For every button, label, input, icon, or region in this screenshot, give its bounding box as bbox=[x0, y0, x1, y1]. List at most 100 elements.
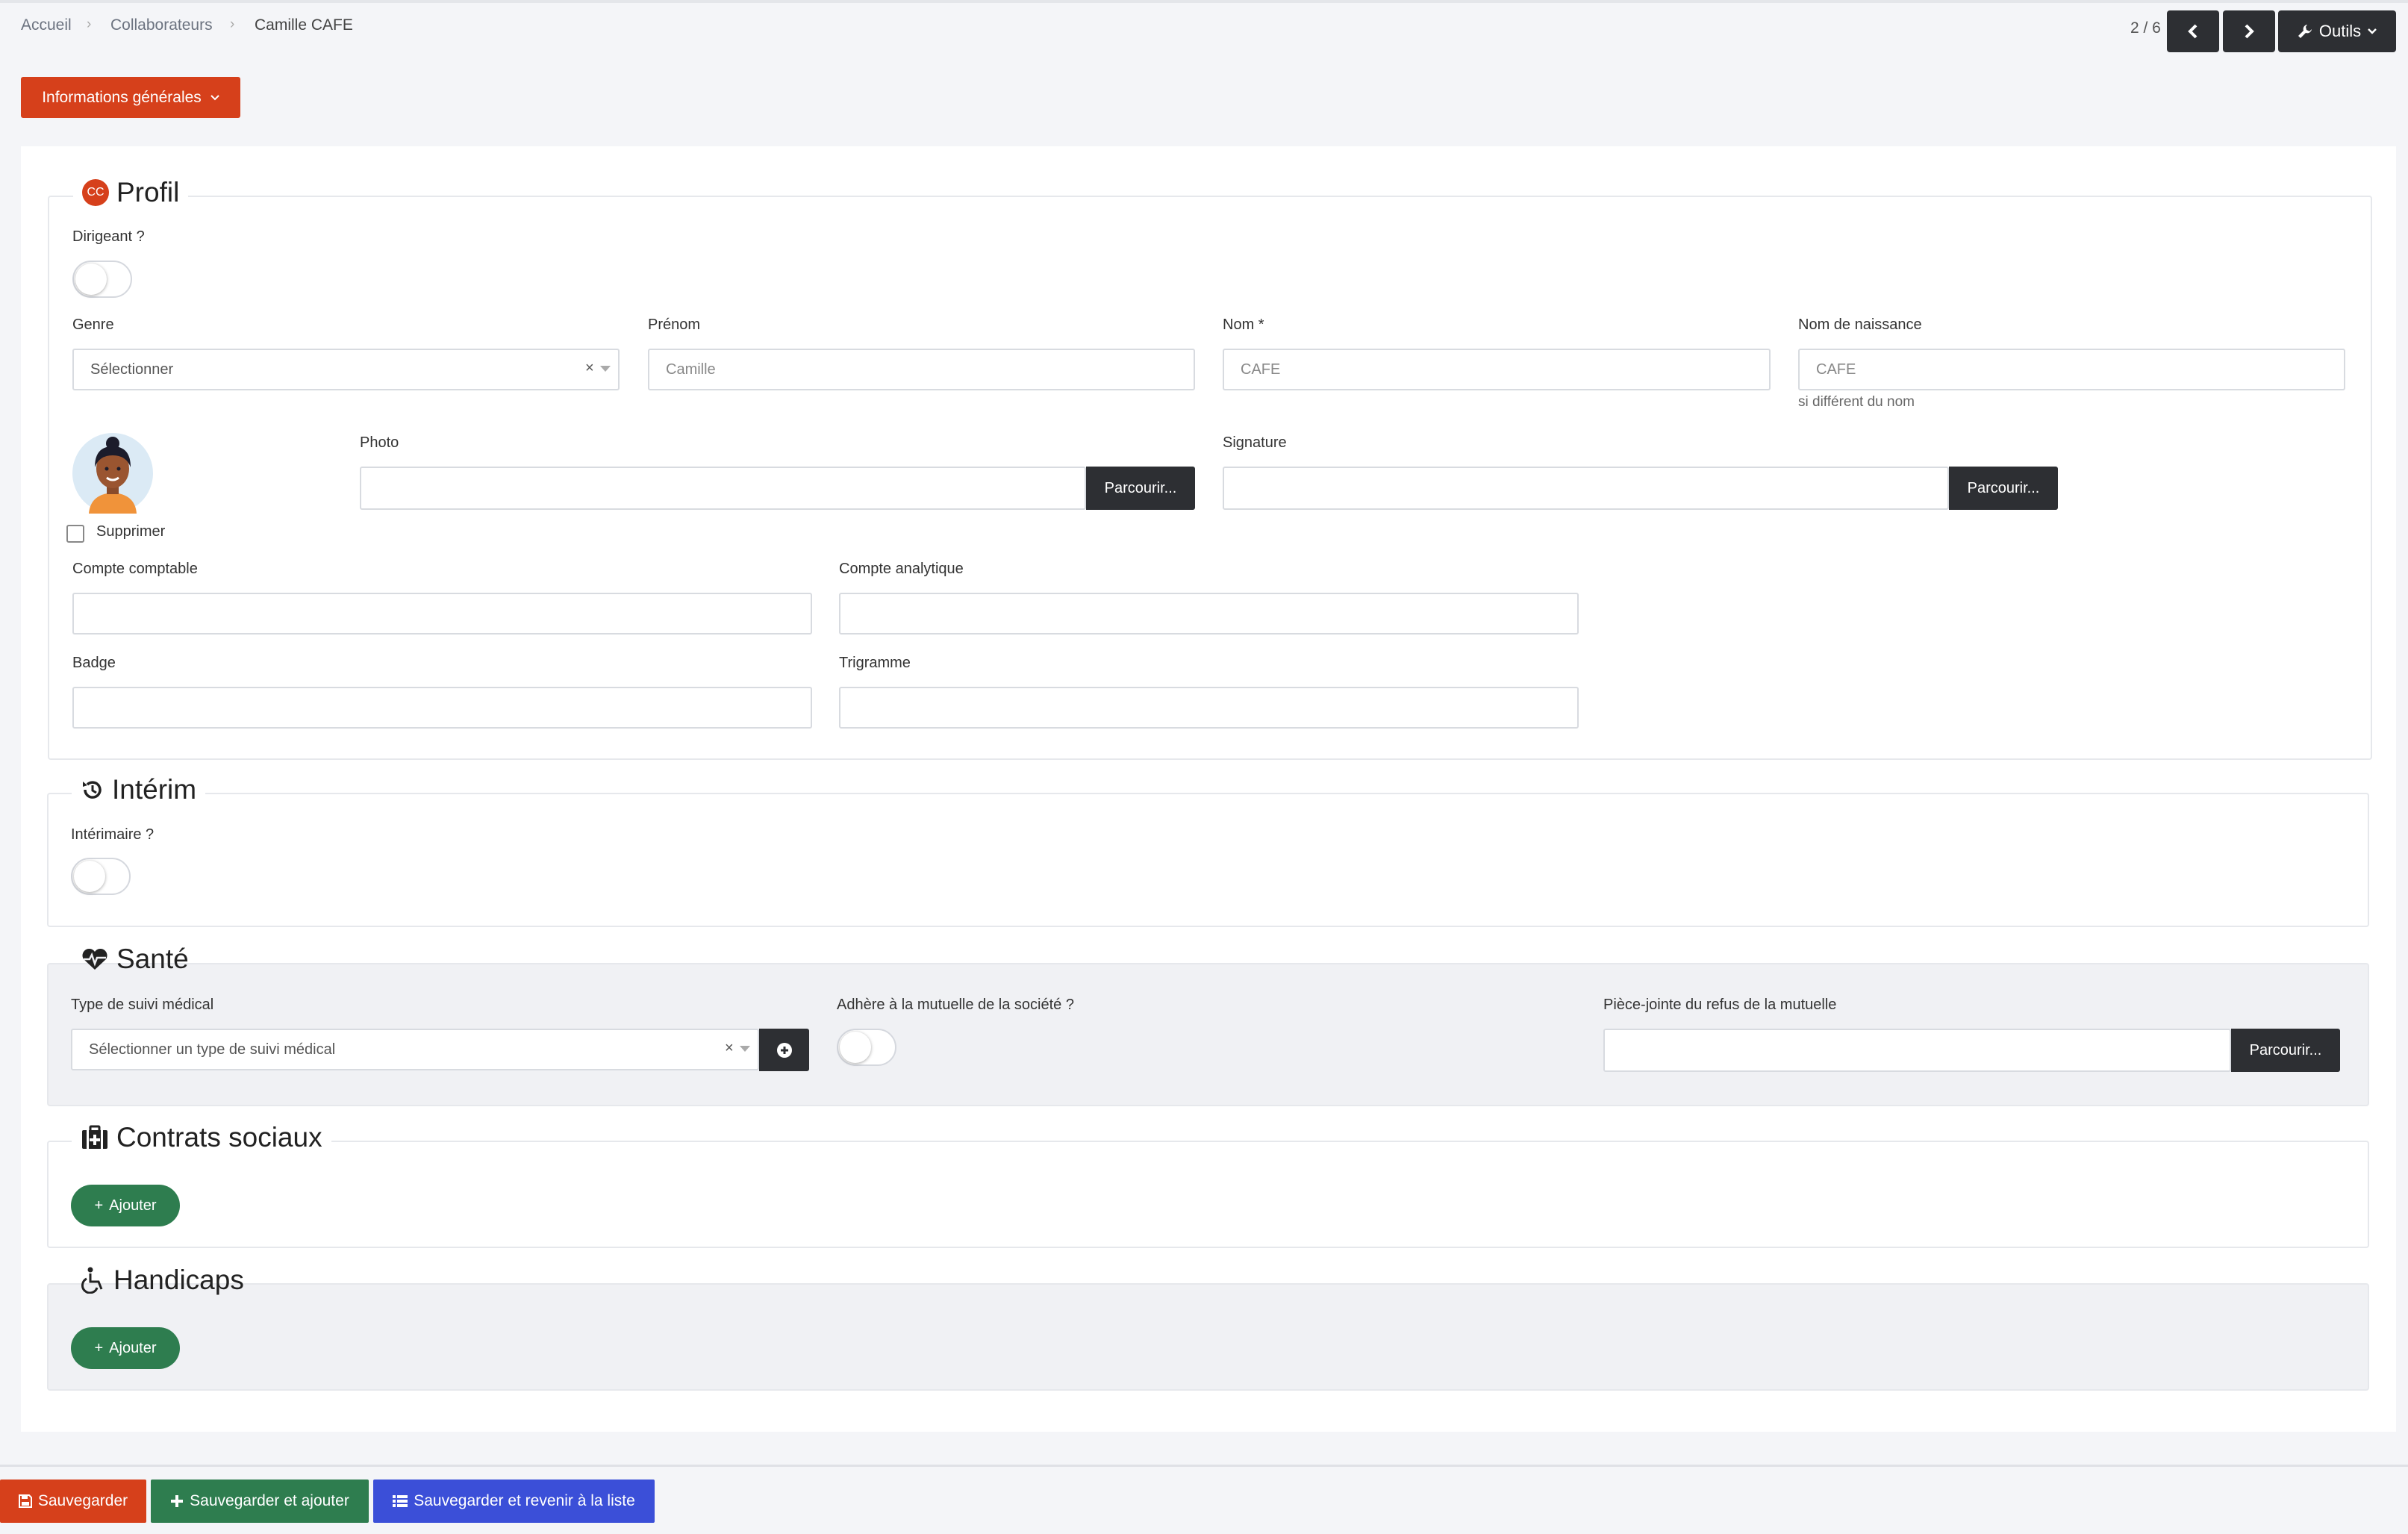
add-handicap-label: Ajouter bbox=[109, 1339, 157, 1356]
interim-section bbox=[47, 793, 2369, 927]
chevron-down-icon bbox=[210, 94, 219, 100]
plus-circle-icon bbox=[776, 1042, 792, 1058]
profil-title: Profil bbox=[116, 177, 180, 208]
previous-button[interactable] bbox=[2167, 10, 2219, 52]
refus-mutuelle-file-input[interactable] bbox=[1603, 1029, 2231, 1072]
tools-label: Outils bbox=[2318, 22, 2362, 40]
breadcrumb-home[interactable]: Accueil bbox=[21, 16, 72, 34]
next-button[interactable] bbox=[2223, 10, 2275, 52]
clear-icon[interactable]: × bbox=[585, 360, 594, 377]
compte-analytique-label: Compte analytique bbox=[839, 561, 964, 577]
handicaps-legend: Handicaps bbox=[72, 1265, 253, 1296]
refus-mutuelle-browse-button[interactable]: Parcourir... bbox=[2231, 1029, 2340, 1072]
top-border bbox=[0, 0, 2408, 3]
supprimer-label: Supprimer bbox=[96, 523, 166, 540]
breadcrumb-current: Camille CAFE bbox=[255, 16, 353, 34]
mutuelle-toggle[interactable] bbox=[837, 1029, 896, 1066]
plus-icon bbox=[171, 1495, 184, 1507]
list-icon bbox=[393, 1495, 408, 1507]
wheelchair-icon bbox=[81, 1267, 103, 1294]
genre-value: Sélectionner bbox=[90, 361, 174, 378]
interimaire-label: Intérimaire ? bbox=[71, 826, 155, 843]
floppy-disk-icon bbox=[18, 1494, 32, 1508]
badge-input[interactable] bbox=[72, 687, 812, 729]
nom-label: Nom * bbox=[1223, 317, 1264, 333]
breadcrumb-separator-icon: › bbox=[87, 16, 92, 32]
add-suivi-medical-button[interactable] bbox=[759, 1029, 809, 1071]
save-and-return-label: Sauvegarder et revenir à la liste bbox=[414, 1492, 635, 1509]
prenom-label: Prénom bbox=[648, 317, 701, 333]
tools-button[interactable]: Outils bbox=[2278, 10, 2396, 52]
dirigeant-toggle[interactable] bbox=[72, 261, 132, 298]
nom-naissance-input[interactable]: CAFE bbox=[1798, 349, 2345, 390]
chevron-down-icon bbox=[600, 366, 611, 372]
interimaire-toggle[interactable] bbox=[71, 858, 131, 895]
mutuelle-label: Adhère à la mutuelle de la société ? bbox=[837, 997, 1074, 1013]
footer-divider bbox=[0, 1465, 2408, 1467]
compte-comptable-label: Compte comptable bbox=[72, 561, 198, 577]
chevron-right-icon bbox=[2245, 24, 2254, 39]
interim-title: Intérim bbox=[112, 774, 197, 805]
chevron-down-icon bbox=[740, 1046, 750, 1052]
medkit-icon bbox=[82, 1125, 107, 1149]
plus-icon: + bbox=[94, 1197, 104, 1214]
trigramme-label: Trigramme bbox=[839, 655, 911, 671]
contrats-legend: Contrats sociaux bbox=[72, 1122, 331, 1153]
suivi-medical-placeholder: Sélectionner un type de suivi médical bbox=[89, 1041, 336, 1058]
compte-comptable-input[interactable] bbox=[72, 593, 812, 635]
interim-legend: Intérim bbox=[72, 774, 206, 805]
heartbeat-icon bbox=[82, 948, 107, 970]
dirigeant-label: Dirigeant ? bbox=[72, 228, 145, 245]
nom-value: CAFE bbox=[1241, 361, 1281, 378]
suivi-medical-label: Type de suivi médical bbox=[71, 997, 214, 1013]
nom-naissance-label: Nom de naissance bbox=[1798, 317, 1922, 333]
add-contrat-button[interactable]: + Ajouter bbox=[71, 1185, 180, 1226]
genre-label: Genre bbox=[72, 317, 114, 333]
nom-input[interactable]: CAFE bbox=[1223, 349, 1771, 390]
prenom-input[interactable]: Camille bbox=[648, 349, 1195, 390]
breadcrumb-separator-icon: › bbox=[230, 16, 235, 32]
handicaps-section bbox=[47, 1283, 2369, 1391]
nom-naissance-help: si différent du nom bbox=[1798, 394, 1915, 410]
save-and-add-label: Sauvegarder et ajouter bbox=[190, 1492, 349, 1509]
contrats-title: Contrats sociaux bbox=[116, 1122, 322, 1153]
save-and-add-button[interactable]: Sauvegarder et ajouter bbox=[151, 1480, 369, 1523]
add-contrat-label: Ajouter bbox=[109, 1197, 157, 1214]
save-label: Sauvegarder bbox=[37, 1492, 128, 1509]
profil-legend: CC Profil bbox=[73, 177, 189, 208]
sante-legend: Santé bbox=[72, 944, 198, 975]
handicaps-title: Handicaps bbox=[113, 1265, 244, 1295]
contrats-section bbox=[47, 1141, 2369, 1248]
save-button[interactable]: Sauvegarder bbox=[0, 1480, 146, 1523]
chevron-down-icon bbox=[2368, 28, 2377, 34]
breadcrumb-collaborateurs[interactable]: Collaborateurs bbox=[110, 16, 213, 34]
plus-icon: + bbox=[94, 1339, 104, 1356]
general-info-dropdown[interactable]: Informations générales bbox=[21, 77, 240, 118]
clear-icon[interactable]: × bbox=[725, 1040, 734, 1057]
history-icon bbox=[83, 781, 102, 799]
supprimer-checkbox[interactable] bbox=[66, 525, 84, 543]
pager-indicator: 2 / 6 bbox=[2130, 19, 2161, 37]
wrench-icon bbox=[2298, 25, 2312, 38]
save-and-return-button[interactable]: Sauvegarder et revenir à la liste bbox=[373, 1480, 655, 1523]
genre-select[interactable]: Sélectionner bbox=[72, 349, 620, 390]
chevron-left-icon bbox=[2188, 24, 2198, 39]
prenom-value: Camille bbox=[666, 361, 716, 378]
sante-title: Santé bbox=[116, 944, 189, 974]
photo-label: Photo bbox=[360, 434, 399, 451]
signature-label: Signature bbox=[1223, 434, 1287, 451]
avatar-illustration-icon bbox=[72, 433, 153, 514]
compte-analytique-input[interactable] bbox=[839, 593, 1579, 635]
badge-label: Badge bbox=[72, 655, 116, 671]
photo-browse-button[interactable]: Parcourir... bbox=[1086, 467, 1195, 510]
trigramme-input[interactable] bbox=[839, 687, 1579, 729]
signature-browse-button[interactable]: Parcourir... bbox=[1949, 467, 2058, 510]
avatar-initials-icon: CC bbox=[82, 179, 109, 206]
signature-file-input[interactable] bbox=[1223, 467, 1949, 510]
avatar bbox=[72, 433, 153, 514]
photo-file-input[interactable] bbox=[360, 467, 1086, 510]
general-info-label: Informations générales bbox=[42, 88, 202, 106]
refus-mutuelle-label: Pièce-jointe du refus de la mutuelle bbox=[1603, 997, 1837, 1013]
suivi-medical-select[interactable]: Sélectionner un type de suivi médical bbox=[71, 1029, 759, 1070]
add-handicap-button[interactable]: + Ajouter bbox=[71, 1327, 180, 1369]
